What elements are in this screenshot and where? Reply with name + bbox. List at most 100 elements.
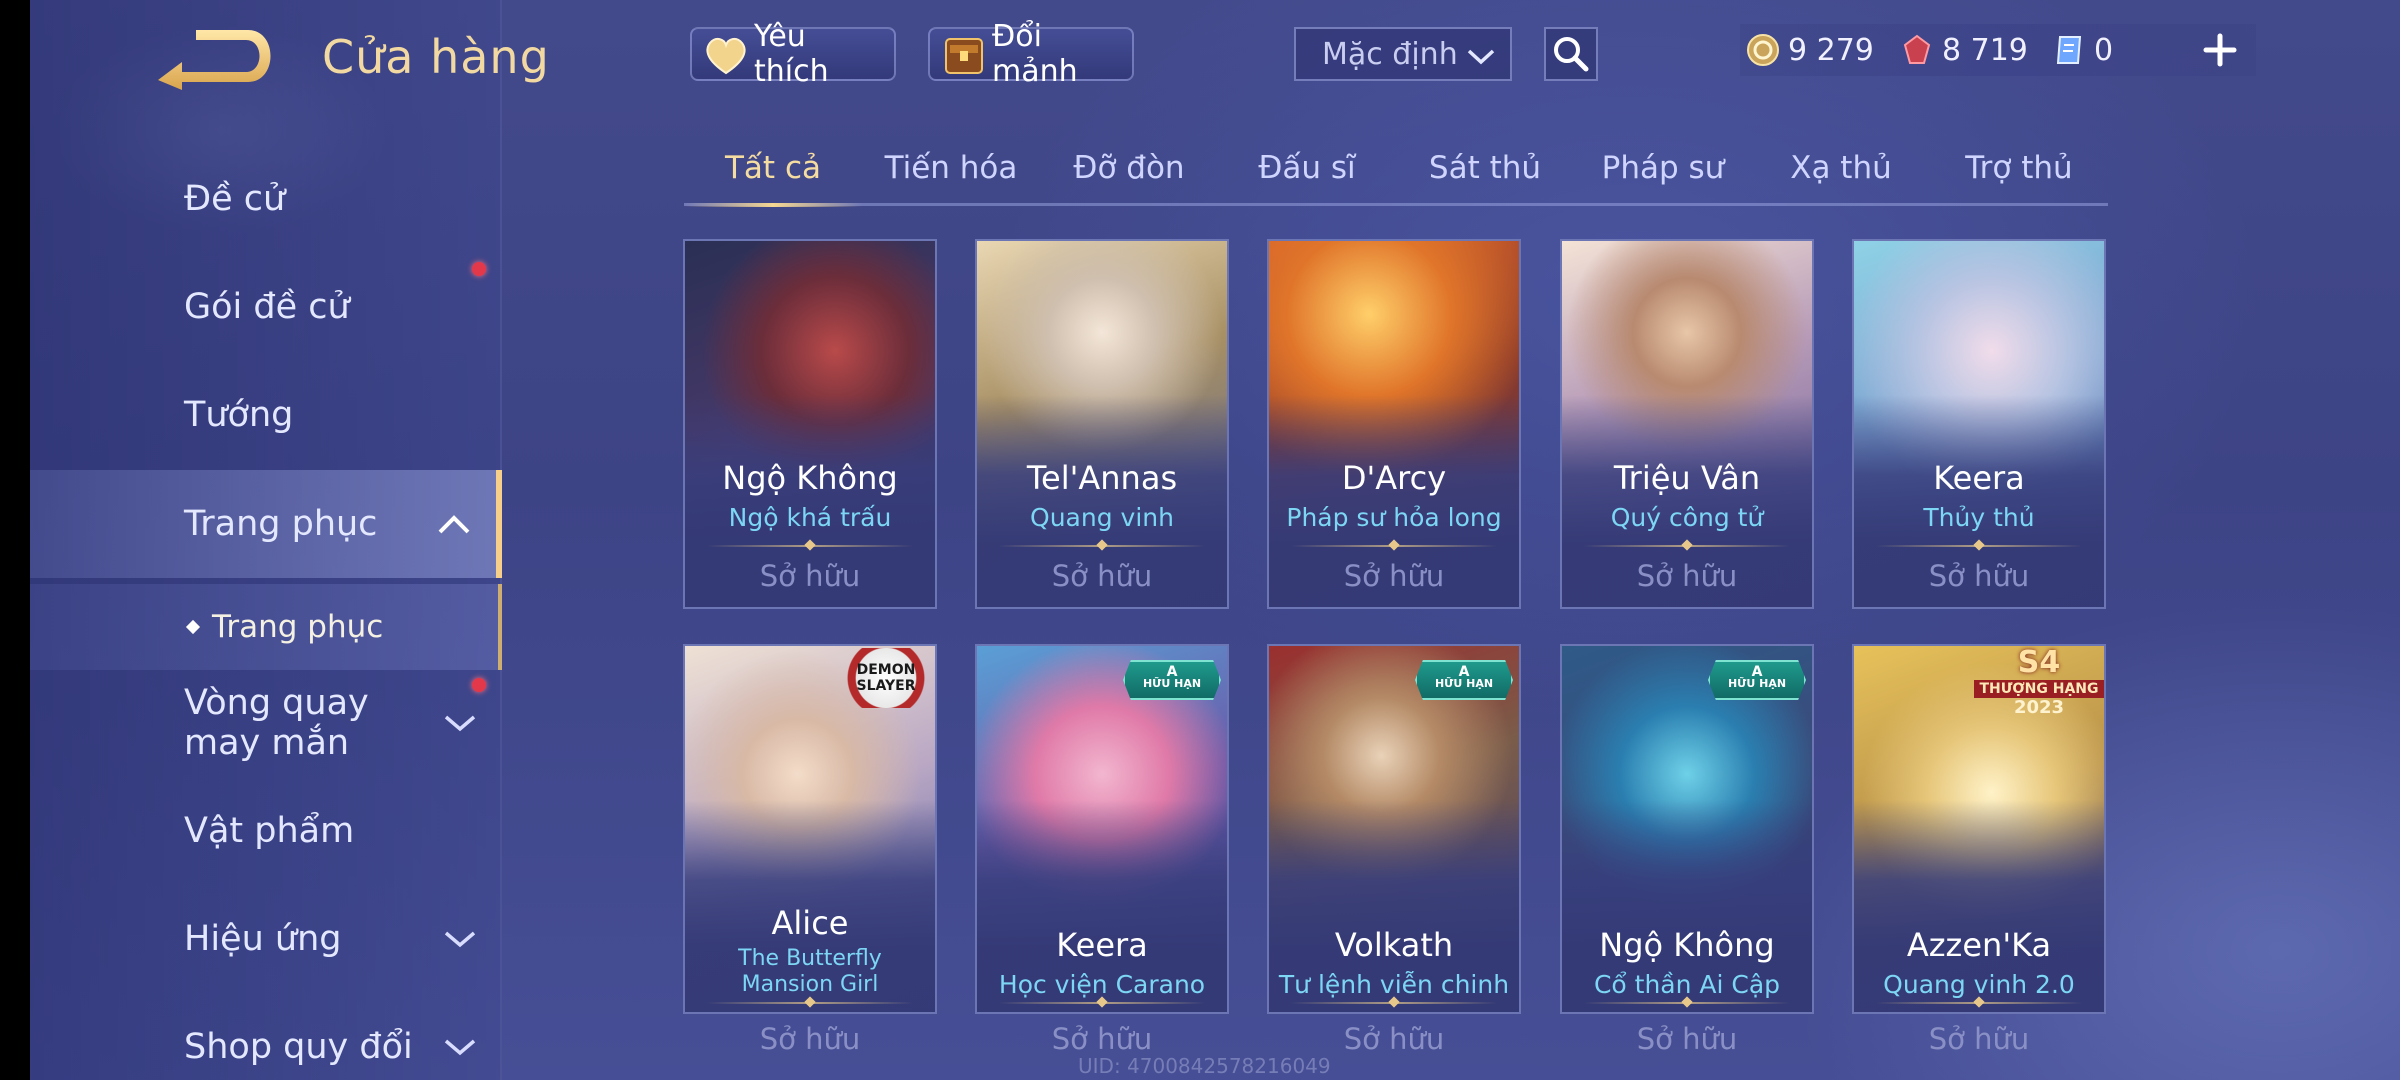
hero-name: Triệu Vân bbox=[1613, 459, 1761, 497]
sidebar-item-skins[interactable]: Trang phục bbox=[30, 470, 502, 578]
card-divider bbox=[1876, 545, 2082, 547]
limited-badge: A HỮU HẠN bbox=[1123, 660, 1221, 700]
notification-dot bbox=[472, 678, 486, 692]
back-button[interactable] bbox=[152, 24, 286, 94]
card-divider bbox=[1291, 545, 1497, 547]
card-divider bbox=[707, 545, 913, 547]
owned-status: Sở hữu bbox=[1636, 559, 1738, 593]
badge-label: HỮU HẠN bbox=[1727, 677, 1787, 690]
heart-icon bbox=[706, 37, 746, 75]
owned-status: Sở hữu bbox=[1051, 559, 1153, 593]
exchange-fragments-button[interactable]: Đổi mảnh bbox=[928, 19, 1134, 89]
sidebar-item-label: Shop quy đổi bbox=[184, 1027, 413, 1067]
skin-name: Quang vinh 2.0 bbox=[1883, 970, 2075, 999]
page-title: Cửa hàng bbox=[322, 30, 550, 84]
tab-assassin[interactable]: Sát thủ bbox=[1396, 140, 1574, 204]
skin-card[interactable]: A HỮU HẠN Keera Học viện Carano bbox=[975, 644, 1229, 1014]
tab-tank[interactable]: Đỡ đòn bbox=[1040, 140, 1218, 204]
skin-card[interactable]: Triệu Vân Quý công tử Sở hữu bbox=[1560, 239, 1814, 609]
skin-card[interactable]: D'Arcy Pháp sư hỏa long Sở hữu bbox=[1267, 239, 1521, 609]
voucher-amount: 0 bbox=[2094, 32, 2114, 68]
skin-card[interactable]: DEMON SLAYER Alice The Butterfly Mansion… bbox=[683, 644, 937, 1014]
gold-coin-icon bbox=[1747, 34, 1779, 66]
sidebar-item-label: Tướng bbox=[184, 395, 294, 435]
skin-name: Thủy thủ bbox=[1923, 503, 2035, 532]
badge-label: HỮU HẠN bbox=[1434, 677, 1494, 690]
sidebar-item-effects[interactable]: Hiệu ứng bbox=[30, 894, 502, 984]
sort-dropdown[interactable]: Mặc định bbox=[1294, 27, 1512, 81]
add-currency-button[interactable] bbox=[2198, 28, 2242, 72]
skin-name: Pháp sư hỏa long bbox=[1286, 503, 1502, 532]
chevron-up-icon bbox=[438, 515, 470, 534]
badge-label: HỮU HẠN bbox=[1142, 677, 1202, 690]
skin-card[interactable]: Ngộ Không Ngộ khá trấu Sở hữu bbox=[683, 239, 937, 609]
sidebar-subitem-skins[interactable]: Trang phục bbox=[30, 584, 502, 670]
tab-mage[interactable]: Pháp sư bbox=[1574, 140, 1752, 204]
rank-label: THƯỢNG HẠNG bbox=[1974, 680, 2104, 698]
skin-card[interactable]: Keera Thủy thủ Sở hữu bbox=[1852, 239, 2106, 609]
red-gem-icon bbox=[1903, 34, 1931, 64]
owned-status: Sở hữu bbox=[1343, 559, 1445, 593]
sidebar-item-label: Vật phẩm bbox=[184, 811, 355, 851]
favorites-button[interactable]: Yêu thích bbox=[690, 19, 896, 89]
chevron-down-icon bbox=[444, 715, 476, 732]
gold-amount: 9 279 bbox=[1788, 32, 1874, 68]
user-id: UID: 4700842578216049 bbox=[1078, 1054, 1331, 1078]
tab-fighter[interactable]: Đấu sĩ bbox=[1218, 140, 1396, 204]
search-button[interactable] bbox=[1544, 27, 1598, 81]
sidebar-item-lucky-wheel[interactable]: Vòng quay may mắn bbox=[30, 676, 502, 770]
tab-marksman[interactable]: Xạ thủ bbox=[1752, 140, 1930, 204]
hero-name: D'Arcy bbox=[1341, 459, 1447, 497]
collab-logo: DEMON SLAYER bbox=[841, 648, 931, 708]
gem-amount: 8 719 bbox=[1942, 32, 2028, 68]
sidebar-subitem-label: Trang phục bbox=[212, 609, 384, 645]
hero-name: Alice bbox=[771, 904, 849, 942]
skin-name: Học viện Carano bbox=[998, 970, 1206, 999]
limited-badge: A HỮU HẠN bbox=[1708, 660, 1806, 700]
tab-support[interactable]: Trợ thủ bbox=[1930, 140, 2108, 204]
search-icon bbox=[1554, 37, 1589, 72]
skin-card[interactable]: A HỮU HẠN Volkath Tư lệnh viễn chinh bbox=[1267, 644, 1521, 1014]
card-divider bbox=[999, 1002, 1205, 1004]
card-divider bbox=[1291, 1002, 1497, 1004]
hero-name: Keera bbox=[1056, 926, 1148, 964]
skin-name: Ngộ khá trấu bbox=[728, 503, 892, 532]
sort-selected-value: Mặc định bbox=[1322, 36, 1458, 72]
skin-name: Tư lệnh viễn chinh bbox=[1278, 970, 1510, 999]
owned-status: Sở hữu bbox=[1343, 1022, 1445, 1056]
sidebar-item-exchange-shop[interactable]: Shop quy đổi bbox=[30, 1002, 502, 1080]
owned-status: Sở hữu bbox=[1928, 559, 2030, 593]
skin-name: Cổ thần Ai Cập bbox=[1593, 970, 1781, 999]
tab-all[interactable]: Tất cả bbox=[684, 140, 862, 207]
owned-status: Sở hữu bbox=[759, 559, 861, 593]
skin-name: Quang vinh bbox=[1030, 503, 1174, 532]
skin-card[interactable]: S4 THƯỢNG HẠNG 2023 Azzen'Ka Quang vinh … bbox=[1852, 644, 2106, 1014]
gem-currency: 8 719 bbox=[1900, 24, 2028, 76]
hero-name: Tel'Annas bbox=[1026, 459, 1178, 497]
notification-dot bbox=[472, 262, 486, 276]
tab-evolution[interactable]: Tiến hóa bbox=[862, 140, 1040, 204]
bullet-icon bbox=[185, 619, 201, 635]
plus-icon bbox=[2203, 33, 2237, 67]
sidebar-item-label: Hiệu ứng bbox=[184, 919, 342, 959]
skin-card[interactable]: Tel'Annas Quang vinh Sở hữu bbox=[975, 239, 1229, 609]
skin-name: Quý công tử bbox=[1610, 503, 1764, 532]
season-rank-badge: S4 THƯỢNG HẠNG 2023 bbox=[1974, 646, 2104, 718]
skin-name: The Butterfly Mansion Girl bbox=[738, 946, 882, 997]
owned-status: Sở hữu bbox=[1636, 1022, 1738, 1056]
sidebar-item-heroes[interactable]: Tướng bbox=[30, 370, 502, 460]
back-arrow-icon bbox=[158, 30, 271, 90]
sidebar-item-label: Đề cử bbox=[184, 179, 286, 219]
owned-status: Sở hữu bbox=[1051, 1022, 1153, 1056]
skin-card[interactable]: A HỮU HẠN Ngộ Không Cổ thần Ai Cập bbox=[1560, 644, 1814, 1014]
voucher-currency: 0 bbox=[2052, 24, 2113, 76]
sidebar-item-label: Vòng quay may mắn bbox=[184, 683, 369, 763]
owned-status: Sở hữu bbox=[759, 1022, 861, 1056]
sidebar-item-recommended[interactable]: Đề cử bbox=[30, 154, 502, 244]
favorites-label: Yêu thích bbox=[754, 19, 829, 89]
chevron-down-icon bbox=[444, 1039, 476, 1056]
sidebar-item-items[interactable]: Vật phẩm bbox=[30, 786, 502, 876]
sidebar-item-recommended-packs[interactable]: Gói đề cử bbox=[30, 262, 502, 352]
owned-status: Sở hữu bbox=[1928, 1022, 2030, 1056]
card-divider bbox=[707, 1002, 913, 1004]
